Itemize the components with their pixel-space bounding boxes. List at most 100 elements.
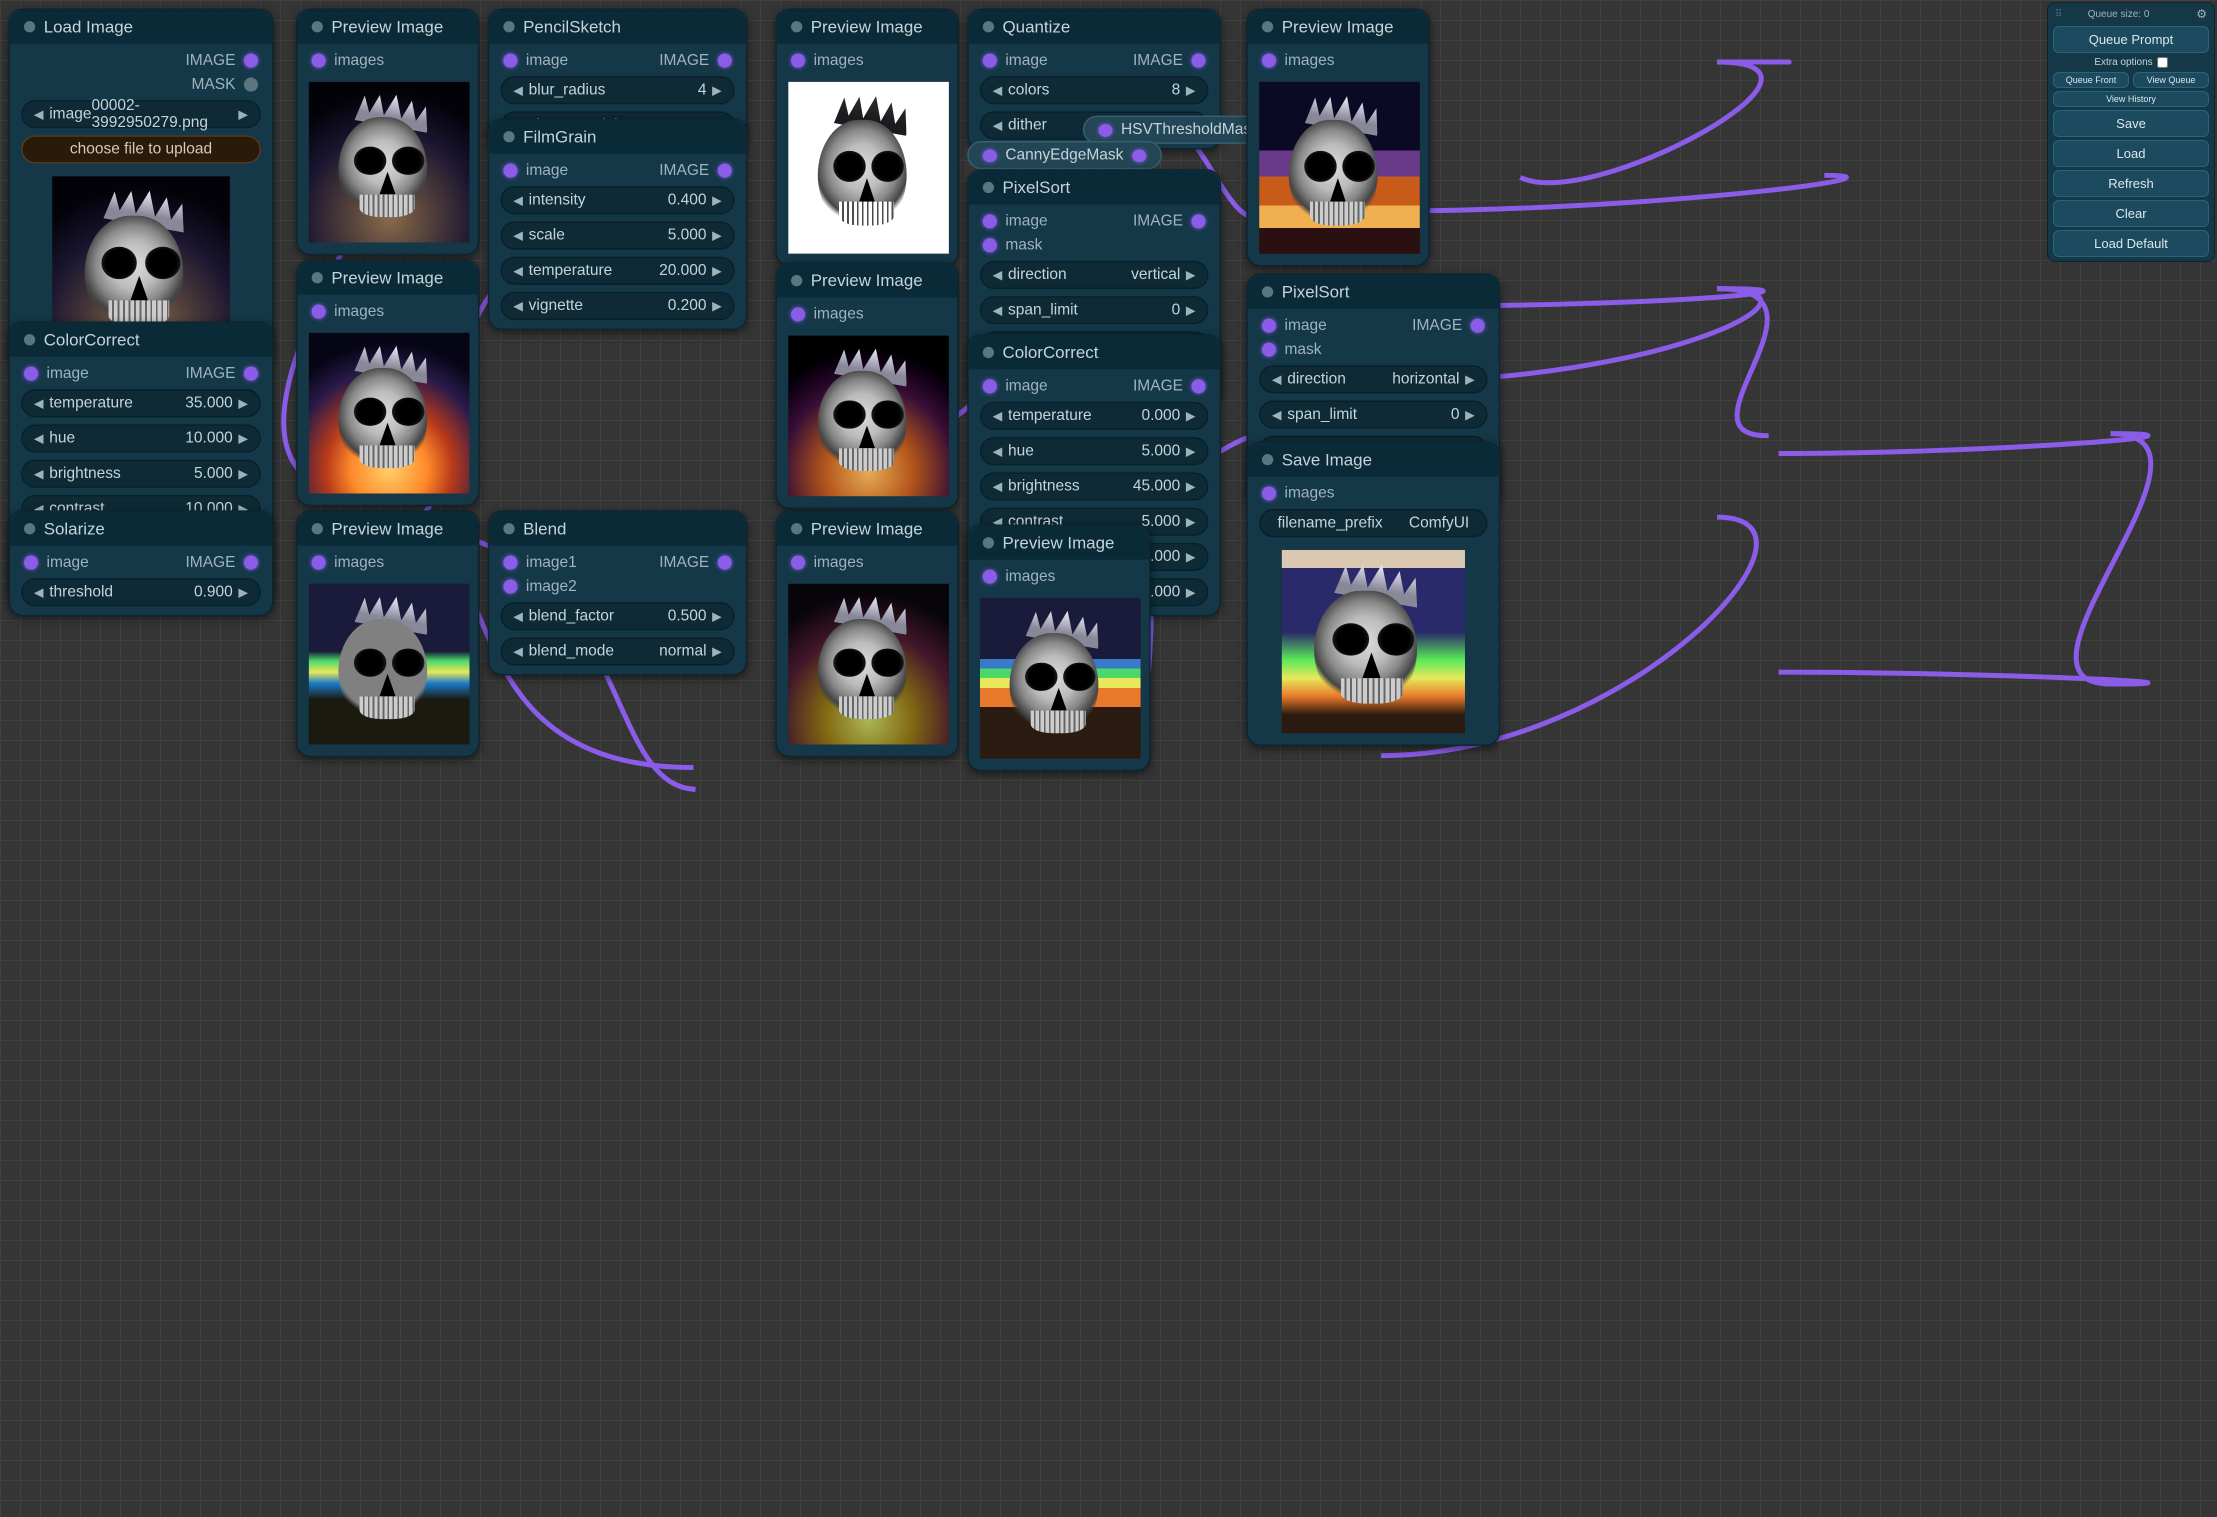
param-filename-prefix[interactable]: filename_prefixComfyUI xyxy=(1259,509,1487,537)
param-blend-factor[interactable]: ◀blend_factor0.500▶ xyxy=(501,602,735,630)
load-button[interactable]: Load xyxy=(2053,140,2209,167)
port-dot[interactable] xyxy=(718,164,732,178)
port-dot[interactable] xyxy=(1471,319,1485,333)
port-dot[interactable] xyxy=(983,149,997,162)
node-preview-image[interactable]: Preview Image images xyxy=(1246,8,1429,266)
node-solarize[interactable]: Solarize imageIMAGE ◀threshold0.900▶ xyxy=(8,510,273,616)
port-dot[interactable] xyxy=(1191,54,1205,68)
view-queue-button[interactable]: View Queue xyxy=(2133,72,2209,88)
port-dot[interactable] xyxy=(983,570,997,584)
param-intensity[interactable]: ◀intensity0.400▶ xyxy=(501,186,735,214)
collapse-icon[interactable] xyxy=(312,21,323,32)
node-canvas[interactable]: Load Image IMAGE MASK ◀image00002-399295… xyxy=(0,0,2217,1517)
collapse-icon[interactable] xyxy=(983,537,994,548)
image-file-widget[interactable]: ◀image00002-3992950279.png▶ xyxy=(21,100,261,128)
node-save-image[interactable]: Save Image images filename_prefixComfyUI xyxy=(1246,441,1500,746)
collapse-icon[interactable] xyxy=(312,272,323,283)
param-span-limit[interactable]: ◀span_limit0▶ xyxy=(980,296,1208,324)
param-hue[interactable]: ◀hue5.000▶ xyxy=(980,437,1208,465)
collapse-icon[interactable] xyxy=(983,21,994,32)
port-dot[interactable] xyxy=(791,556,805,570)
collapse-icon[interactable] xyxy=(1262,21,1273,32)
port-dot[interactable] xyxy=(1262,486,1276,500)
port-dot[interactable] xyxy=(983,54,997,68)
collapse-icon[interactable] xyxy=(24,523,35,534)
port-dot[interactable] xyxy=(791,54,805,68)
node-load-image[interactable]: Load Image IMAGE MASK ◀image00002-399295… xyxy=(8,8,273,366)
port-dot[interactable] xyxy=(983,214,997,228)
port-dot[interactable] xyxy=(1191,379,1205,393)
collapse-icon[interactable] xyxy=(791,523,802,534)
param-colors[interactable]: ◀colors8▶ xyxy=(980,76,1208,104)
param-scale[interactable]: ◀scale5.000▶ xyxy=(501,221,735,249)
port-dot[interactable] xyxy=(244,78,258,92)
node-preview-image[interactable]: Preview Image images xyxy=(967,525,1150,772)
node-preview-image[interactable]: Preview Image images xyxy=(296,8,479,255)
gear-icon[interactable]: ⚙ xyxy=(2196,7,2207,21)
param-brightness[interactable]: ◀brightness45.000▶ xyxy=(980,472,1208,500)
param-threshold[interactable]: ◀threshold0.900▶ xyxy=(21,578,261,606)
collapse-icon[interactable] xyxy=(312,523,323,534)
node-canny-edge-mask[interactable]: CannyEdgeMask xyxy=(967,141,1161,169)
port-dot[interactable] xyxy=(1132,149,1146,162)
port-dot[interactable] xyxy=(791,307,805,321)
view-history-button[interactable]: View History xyxy=(2053,91,2209,107)
collapse-icon[interactable] xyxy=(983,182,994,193)
port-dot[interactable] xyxy=(1262,343,1276,357)
drag-handle-icon[interactable]: ⠿ xyxy=(2055,9,2064,20)
extra-options-toggle[interactable]: Extra options xyxy=(2053,56,2209,69)
param-direction[interactable]: ◀directionvertical▶ xyxy=(980,261,1208,289)
port-dot[interactable] xyxy=(24,367,38,381)
port-dot[interactable] xyxy=(244,367,258,381)
port-dot[interactable] xyxy=(312,305,326,319)
save-button[interactable]: Save xyxy=(2053,110,2209,137)
port-dot[interactable] xyxy=(503,580,517,594)
node-preview-image[interactable]: Preview Image images xyxy=(296,259,479,506)
collapse-icon[interactable] xyxy=(1262,286,1273,297)
port-dot[interactable] xyxy=(503,54,517,68)
port-dot[interactable] xyxy=(1098,123,1112,136)
node-preview-image[interactable]: Preview Image images xyxy=(296,510,479,757)
port-dot[interactable] xyxy=(244,54,258,68)
node-preview-image[interactable]: Preview Image images xyxy=(776,262,959,509)
clear-button[interactable]: Clear xyxy=(2053,200,2209,227)
param-brightness[interactable]: ◀brightness5.000▶ xyxy=(21,460,261,488)
collapse-icon[interactable] xyxy=(503,131,514,142)
refresh-button[interactable]: Refresh xyxy=(2053,170,2209,197)
choose-file-button[interactable]: choose file to upload xyxy=(21,135,261,163)
param-temperature[interactable]: ◀temperature0.000▶ xyxy=(980,402,1208,430)
sidebar-panel[interactable]: ⠿Queue size: 0⚙ Queue Prompt Extra optio… xyxy=(2047,2,2215,262)
collapse-icon[interactable] xyxy=(503,523,514,534)
queue-prompt-button[interactable]: Queue Prompt xyxy=(2053,26,2209,53)
param-blur-radius[interactable]: ◀blur_radius4▶ xyxy=(501,76,735,104)
port-dot[interactable] xyxy=(1262,54,1276,68)
port-dot[interactable] xyxy=(312,54,326,68)
port-dot[interactable] xyxy=(312,556,326,570)
param-hue[interactable]: ◀hue10.000▶ xyxy=(21,424,261,452)
param-direction[interactable]: ◀directionhorizontal▶ xyxy=(1259,365,1487,393)
node-blend[interactable]: Blend image1IMAGE image2 ◀blend_factor0.… xyxy=(488,510,747,675)
collapse-icon[interactable] xyxy=(791,275,802,286)
collapse-icon[interactable] xyxy=(1262,454,1273,465)
param-span-limit[interactable]: ◀span_limit0▶ xyxy=(1259,400,1487,428)
port-dot[interactable] xyxy=(983,238,997,252)
collapse-icon[interactable] xyxy=(983,347,994,358)
port-dot[interactable] xyxy=(718,54,732,68)
collapse-icon[interactable] xyxy=(791,21,802,32)
param-temperature[interactable]: ◀temperature20.000▶ xyxy=(501,257,735,285)
node-preview-image[interactable]: Preview Image images xyxy=(776,8,959,266)
port-dot[interactable] xyxy=(1191,214,1205,228)
param-blend-mode[interactable]: ◀blend_modenormal▶ xyxy=(501,637,735,665)
port-dot[interactable] xyxy=(983,379,997,393)
port-dot[interactable] xyxy=(24,556,38,570)
port-dot[interactable] xyxy=(503,556,517,570)
load-default-button[interactable]: Load Default xyxy=(2053,230,2209,257)
port-dot[interactable] xyxy=(244,556,258,570)
node-film-grain[interactable]: FilmGrain imageIMAGE ◀intensity0.400▶ ◀s… xyxy=(488,118,747,330)
queue-front-button[interactable]: Queue Front xyxy=(2053,72,2129,88)
collapse-icon[interactable] xyxy=(503,21,514,32)
port-dot[interactable] xyxy=(503,164,517,178)
param-vignette[interactable]: ◀vignette0.200▶ xyxy=(501,292,735,320)
extra-options-checkbox[interactable] xyxy=(2157,57,2168,68)
collapse-icon[interactable] xyxy=(24,334,35,345)
